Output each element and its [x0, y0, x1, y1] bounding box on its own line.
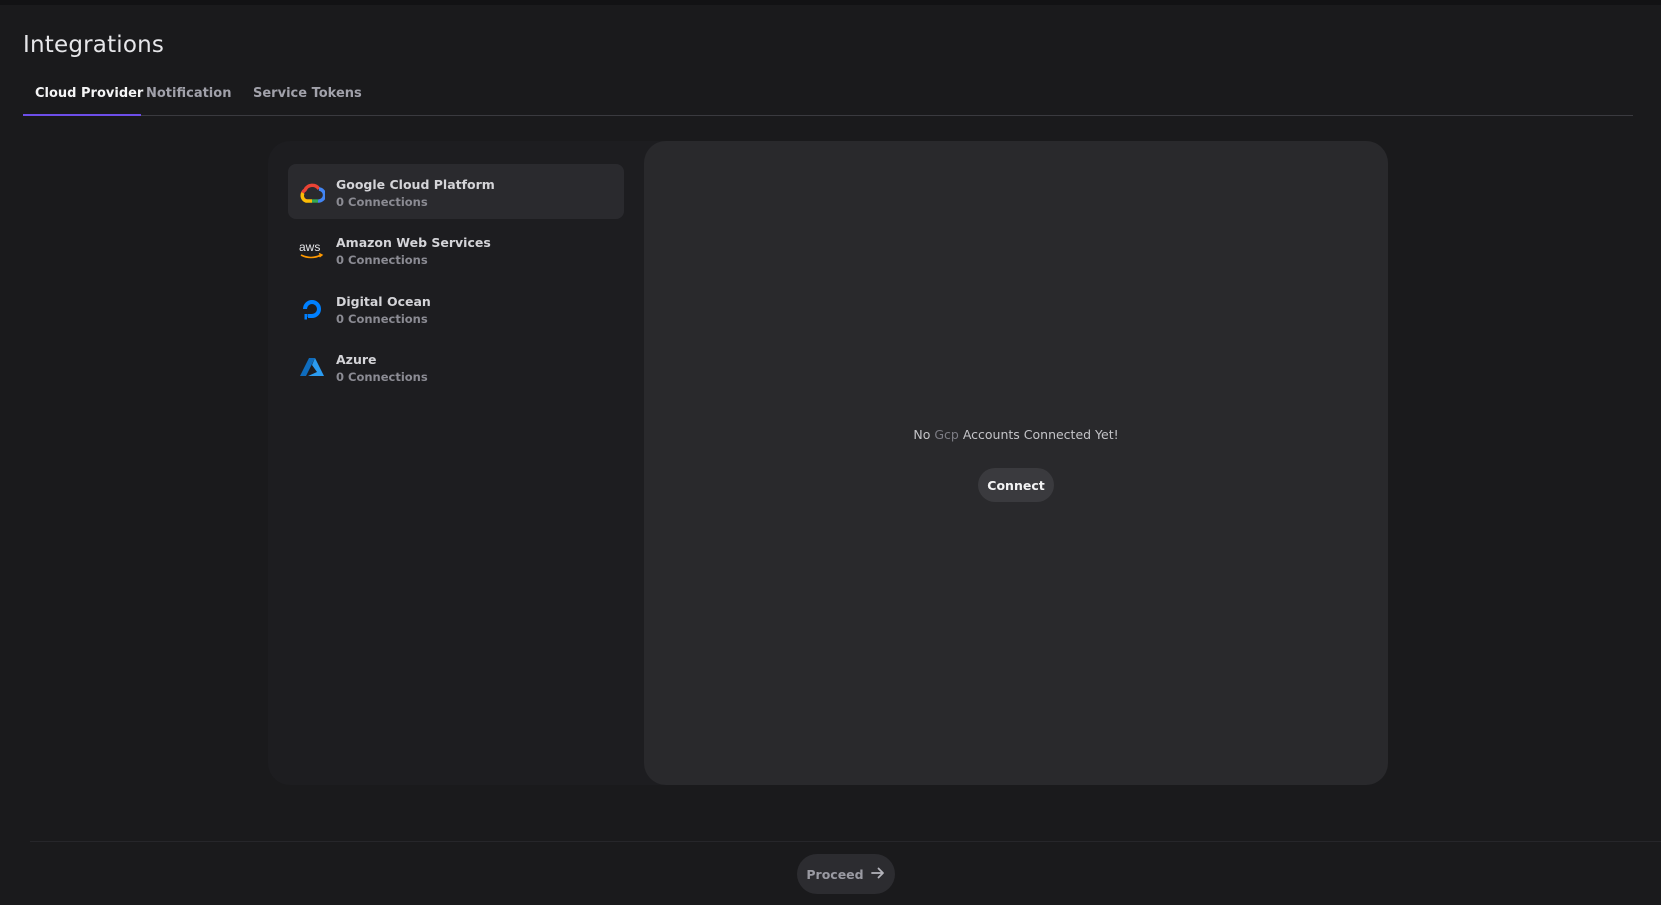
top-bar [0, 0, 1661, 5]
aws-icon: aws [298, 236, 326, 264]
provider-name: Amazon Web Services [336, 235, 491, 250]
provider-item-digitalocean[interactable]: Digital Ocean 0 Connections [288, 281, 624, 336]
provider-name: Digital Ocean [336, 294, 431, 309]
empty-message-provider: Gcp [934, 427, 959, 442]
active-tab-indicator [23, 114, 141, 116]
tab-notification[interactable]: Notification [146, 86, 231, 101]
google-cloud-icon [298, 178, 326, 206]
aws-logo-text: aws [299, 240, 320, 254]
empty-message-suffix: Accounts Connected Yet! [962, 427, 1119, 442]
provider-name: Google Cloud Platform [336, 177, 495, 192]
provider-name: Azure [336, 352, 377, 367]
digitalocean-icon [298, 295, 326, 323]
proceed-button[interactable]: Proceed [797, 854, 895, 894]
empty-state-message: No Gcp Accounts Connected Yet! [644, 427, 1388, 442]
provider-connection-count: 0 Connections [336, 195, 428, 209]
footer-divider [30, 841, 1661, 842]
tab-service-tokens[interactable]: Service Tokens [253, 86, 362, 101]
provider-connection-count: 0 Connections [336, 253, 428, 267]
empty-message-prefix: No [913, 427, 931, 442]
arrow-right-icon [870, 866, 886, 883]
tab-cloud-provider[interactable]: Cloud Provider [35, 86, 143, 101]
azure-icon [298, 353, 326, 381]
tab-bar: Cloud Provider Notification Service Toke… [23, 80, 1633, 116]
provider-connection-count: 0 Connections [336, 370, 428, 384]
provider-item-aws[interactable]: aws Amazon Web Services 0 Connections [288, 222, 624, 277]
page-title: Integrations [23, 32, 165, 58]
provider-item-azure[interactable]: Azure 0 Connections [288, 339, 624, 394]
provider-detail-panel: No Gcp Accounts Connected Yet! Connect [644, 141, 1388, 785]
connect-button[interactable]: Connect [978, 468, 1054, 502]
proceed-label: Proceed [806, 866, 864, 882]
provider-item-gcp[interactable]: Google Cloud Platform 0 Connections [288, 164, 624, 219]
provider-connection-count: 0 Connections [336, 312, 428, 326]
